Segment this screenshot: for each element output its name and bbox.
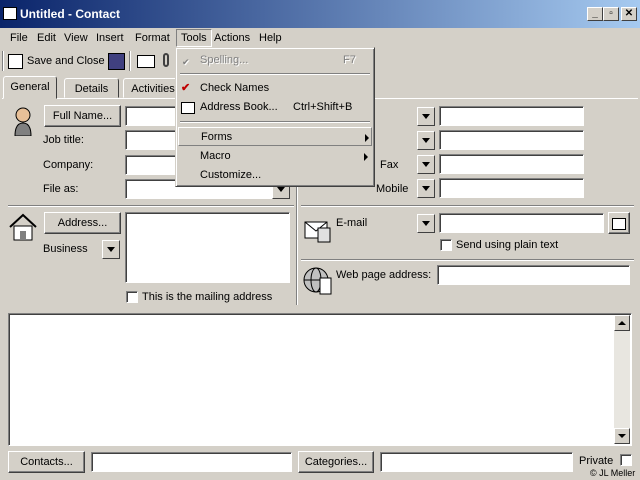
menu-item-address-book[interactable]: Address Book... Ctrl+Shift+B [178, 98, 372, 117]
full-name-button[interactable]: Full Name... [44, 105, 121, 127]
address-button[interactable]: Address... [44, 212, 121, 234]
section-divider [8, 205, 294, 207]
save-close-icon [8, 53, 23, 69]
tab-details[interactable]: Details [64, 78, 119, 98]
tab-activities[interactable]: Activities [123, 78, 183, 98]
menu-view[interactable]: View [60, 30, 92, 46]
web-page-field[interactable] [437, 265, 630, 285]
menu-tools[interactable]: Tools [176, 29, 212, 47]
email-label: E-mail [336, 217, 368, 229]
mailing-address-checkbox[interactable] [126, 291, 138, 303]
check-names-icon: ✔ [181, 82, 191, 94]
menu-separator-2 [180, 121, 370, 123]
menu-insert[interactable]: Insert [92, 30, 128, 46]
categories-field[interactable] [380, 452, 573, 472]
menu-bar: File Edit View Insert Format Tools Actio… [0, 28, 640, 48]
spelling-icon: ✔ [182, 57, 190, 67]
address-book-icon [612, 218, 626, 230]
address-type-dropdown[interactable] [102, 240, 120, 259]
restore-button[interactable]: ▫ [603, 7, 619, 21]
fax-label: Fax [380, 159, 399, 171]
contacts-button[interactable]: Contacts... [8, 451, 85, 473]
scroll-up-button[interactable] [614, 315, 630, 331]
title-bar[interactable]: Untitled - Contact _ ▫ ✕ [0, 0, 640, 28]
notes-scrollbar[interactable] [614, 315, 630, 444]
address-book-menu-icon [181, 102, 195, 114]
paperclip-icon[interactable] [163, 53, 169, 67]
watermark-text: © JL Meller [590, 468, 636, 478]
mobile-label: Mobile [376, 183, 409, 195]
email-envelope-icon [302, 212, 334, 244]
address-type-label: Business [43, 243, 88, 255]
menu-format[interactable]: Format [131, 30, 174, 46]
phone1-dropdown[interactable] [417, 107, 435, 126]
menu-item-check-names[interactable]: ✔ Check Names [178, 79, 372, 98]
full-name-field[interactable] [125, 106, 177, 126]
section-divider-right [301, 205, 634, 207]
phone1-field[interactable] [439, 106, 584, 126]
menu-help[interactable]: Help [255, 30, 286, 46]
phone2-field[interactable] [439, 130, 584, 150]
menu-file[interactable]: File [6, 30, 32, 46]
web-globe-icon [302, 264, 334, 296]
person-icon [12, 106, 34, 137]
minimize-button[interactable]: _ [587, 7, 603, 21]
tools-menu: ✔ Spelling... F7 ✔ Check Names Address B… [175, 47, 375, 187]
company-label: Company: [43, 159, 94, 171]
job-title-field[interactable] [125, 130, 177, 150]
menu-item-spelling[interactable]: ✔ Spelling... F7 [178, 51, 372, 70]
plain-text-checkbox[interactable] [440, 239, 452, 251]
menu-item-customize[interactable]: Customize... [178, 166, 372, 185]
tab-general[interactable]: General [3, 76, 57, 99]
job-title-label: Job title: [43, 134, 84, 146]
mailing-address-label: This is the mailing address [142, 291, 273, 303]
print-icon[interactable] [137, 55, 155, 68]
phone4-dropdown[interactable] [417, 179, 435, 198]
submenu-arrow-icon [364, 153, 368, 161]
web-page-label: Web page address: [336, 269, 432, 281]
section-divider-web [301, 259, 634, 261]
email-field[interactable] [439, 213, 604, 233]
toolbar-grip [2, 51, 4, 71]
menu-item-forms[interactable]: Forms [178, 127, 372, 146]
plain-text-label: Send using plain text [456, 239, 559, 251]
submenu-arrow-icon [365, 134, 369, 142]
file-as-label: File as: [43, 183, 79, 195]
private-label: Private [579, 455, 614, 467]
contact-card-icon [3, 7, 17, 20]
phone3-dropdown[interactable] [417, 155, 435, 174]
contacts-field[interactable] [91, 452, 292, 472]
menu-actions[interactable]: Actions [210, 30, 254, 46]
save-and-close-button[interactable]: Save and Close [8, 51, 105, 71]
menu-item-macro[interactable]: Macro [178, 147, 372, 166]
private-checkbox[interactable] [620, 454, 632, 466]
save-icon[interactable] [108, 53, 125, 70]
company-field[interactable] [125, 155, 177, 175]
phone4-field[interactable] [439, 178, 584, 198]
phone3-field[interactable] [439, 154, 584, 174]
email-type-dropdown[interactable] [417, 214, 435, 233]
categories-button[interactable]: Categories... [298, 451, 374, 473]
close-button[interactable]: ✕ [621, 7, 637, 21]
house-icon [8, 212, 38, 242]
phone2-dropdown[interactable] [417, 131, 435, 150]
window-title: Untitled - Contact [20, 7, 120, 21]
menu-separator [180, 73, 370, 75]
scroll-down-button[interactable] [614, 428, 630, 444]
address-field[interactable] [125, 212, 290, 283]
toolbar-separator [129, 51, 131, 71]
notes-field[interactable] [8, 313, 632, 446]
address-book-button[interactable] [608, 212, 630, 234]
menu-edit[interactable]: Edit [33, 30, 60, 46]
